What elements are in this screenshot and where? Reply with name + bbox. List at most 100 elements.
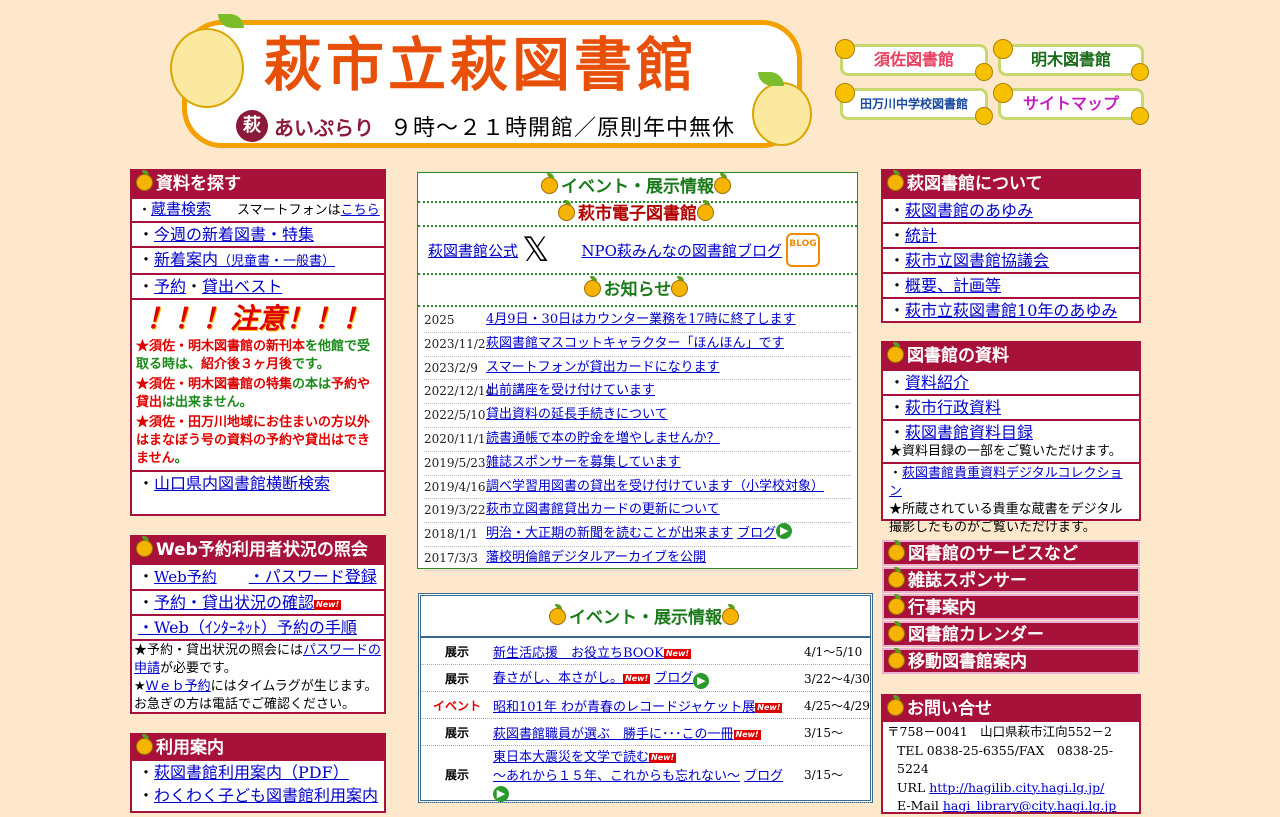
news-link[interactable]: 読書通帳で本の貯金を増やしませんか？: [486, 428, 720, 451]
usage-pdf-link[interactable]: 萩図書館利用案内（PDF）: [154, 763, 349, 782]
news-link[interactable]: 4月9日・30日はカウンター業務を17時に終了します: [486, 309, 796, 332]
web-box-title: Web予約利用者状況の照会: [132, 536, 384, 563]
about-row: ・概要、計画等: [883, 272, 1139, 297]
yamaguchi-row: ・山口県内図書館横断検索: [132, 470, 384, 495]
event-title-link[interactable]: 東日本大震災を文学で読む: [493, 750, 649, 765]
history-link[interactable]: 萩図書館のあゆみ: [905, 201, 1033, 220]
materials-row: ・萩図書館資料目録 ★資料目録の一部をご覧いただけます。: [883, 419, 1139, 462]
new-guide-link[interactable]: 新着案内（児童書・一般書）: [154, 250, 335, 269]
council-link[interactable]: 萩市立図書館協議会: [905, 251, 1049, 270]
news-link[interactable]: 調べ学習用図書の貸出を受け付けています（小学校対象）: [486, 476, 824, 499]
news-link[interactable]: 明治・大正期の新聞を読むことが出来ます: [486, 523, 733, 546]
services-button[interactable]: 図書館のサービスなど: [882, 540, 1140, 566]
event-title-link[interactable]: 新生活応援 お役立ちBOOK: [493, 646, 664, 661]
email-link[interactable]: hagi_library@city.hagi.lg.jp: [943, 798, 1116, 813]
admin-materials-link[interactable]: 萩市行政資料: [905, 398, 1001, 417]
new-badge: New!: [649, 753, 677, 763]
orange-icon: [888, 540, 905, 561]
web-reserve-box: Web予約利用者状況の照会 ・Web予約 ・パスワード登録 ・予約・貸出状況の確…: [130, 535, 386, 714]
event-title-link[interactable]: 春さがし、本さがし。: [493, 671, 623, 686]
new-badge: New!: [623, 674, 651, 684]
smartphone-link[interactable]: こちら: [341, 203, 380, 218]
web-procedure-link[interactable]: ・Web（ｲﾝﾀｰﾈｯﾄ）予約の手順: [138, 618, 357, 637]
arrow-right-icon[interactable]: ▶: [776, 523, 793, 540]
event-row: 展示 萩図書館職員が選ぶ 勝手に･･･この一冊 New! 3/15～: [421, 719, 870, 746]
arrow-right-icon[interactable]: ▶: [693, 673, 710, 689]
news-item: 2023/11/2 萩図書館マスコットキャラクター「ほんほん」です: [424, 333, 851, 357]
news-link[interactable]: 貸出資料の延長手続きについて: [486, 404, 668, 427]
event-subtitle-link[interactable]: ～あれから１５年、これからも忘れない～: [493, 769, 740, 784]
news-link[interactable]: 萩市立図書館貸出カードの更新について: [486, 499, 720, 522]
mobile-library-button[interactable]: 移動図書館案内: [882, 648, 1140, 674]
calendar-button[interactable]: 図書館カレンダー: [882, 621, 1140, 647]
events-guide-button[interactable]: 行事案内: [882, 594, 1140, 620]
link-sitemap[interactable]: サイトマップ: [993, 83, 1149, 125]
news-link[interactable]: 出前講座を受け付けています: [486, 380, 655, 403]
statistics-link[interactable]: 統計: [905, 226, 937, 245]
link-susa-library[interactable]: 須佐図書館: [835, 39, 993, 81]
event-period: 3/22～4/30: [804, 671, 870, 686]
event-title-link[interactable]: 萩図書館職員が選ぶ 勝手に･･･この一冊: [493, 727, 734, 742]
event-blog-link[interactable]: ブログ: [744, 769, 783, 784]
web-reserve-note-link[interactable]: Ｗｅｂ予約: [146, 679, 211, 694]
event-kind: 展示: [444, 725, 469, 740]
orange-icon: [887, 342, 904, 363]
news-item: 2019/3/22 萩市立図書館貸出カードの更新について: [424, 499, 851, 524]
ebook-heading[interactable]: 萩市電子図書館: [418, 200, 857, 227]
reserve-link[interactable]: 予約: [154, 277, 186, 296]
web-reserve-row: ・Web予約 ・パスワード登録: [132, 563, 384, 589]
news-date: 2022/5/10: [424, 408, 486, 423]
materials-box-title: 図書館の資料: [883, 342, 1139, 369]
news-date: 2019/4/16: [424, 479, 486, 494]
password-register-link[interactable]: ・パスワード登録: [249, 567, 377, 586]
orange-icon: [714, 173, 731, 194]
ten-years-link[interactable]: 萩市立萩図書館10年のあゆみ: [905, 301, 1117, 320]
news-date: 2019/3/22: [424, 503, 486, 518]
news-blog-link[interactable]: ブログ: [737, 523, 776, 546]
digital-note: ★所蔵されている貴重な蔵書をデジタル撮影したものがご覧いただけます。: [889, 502, 1123, 535]
catalog-note: ★資料目録の一部をご覧いただけます。: [889, 444, 1122, 459]
status-check-link[interactable]: 予約・貸出状況の確認: [154, 593, 314, 612]
news-link[interactable]: 萩図書館マスコットキャラクター「ほんほん」です: [486, 333, 784, 356]
orange-icon: [835, 39, 855, 59]
site-url-link[interactable]: http://hagilib.city.hagi.lg.jp/: [929, 780, 1104, 795]
link-tamagawa-school-library[interactable]: 田万川中学校図書館: [835, 83, 993, 125]
orange-icon: [888, 594, 905, 615]
magazine-sponsor-button[interactable]: 雑誌スポンサー: [882, 567, 1140, 593]
about-row: ・萩市立萩図書館10年のあゆみ: [883, 297, 1139, 322]
yamaguchi-cross-search-link[interactable]: 山口県内図書館横断検索: [154, 474, 330, 493]
news-link[interactable]: 藩校明倫館デジタルアーカイブを公開: [486, 547, 706, 570]
orange-icon: [887, 170, 904, 191]
news-link[interactable]: 雑誌スポンサーを募集しています: [486, 452, 681, 475]
logo-seal-icon: 萩: [236, 110, 268, 142]
new-books-link[interactable]: 今週の新着図書・特集: [154, 225, 314, 244]
web-reserve-link[interactable]: Web予約: [154, 568, 217, 586]
event-kind: 展示: [444, 644, 469, 659]
materials-intro-link[interactable]: 資料紹介: [905, 373, 969, 392]
usage-row: ・わくわく子ども図書館利用案内: [138, 786, 379, 805]
catalog-search-link[interactable]: 蔵書検索: [151, 200, 211, 218]
kids-usage-link[interactable]: わくわく子ども図書館利用案内: [154, 786, 378, 805]
news-link[interactable]: スマートフォンが貸出カードになります: [486, 357, 720, 380]
contact-box-title: お問い合せ: [883, 695, 1139, 722]
smartphone-prefix: スマートフォンは: [237, 203, 341, 218]
usage-box: 利用案内 ・萩図書館利用案内（PDF） ・わくわく子ども図書館利用案内: [130, 733, 386, 813]
materials-box: 図書館の資料 ・資料紹介 ・萩市行政資料 ・萩図書館資料目録 ★資料目録の一部をご…: [881, 341, 1141, 535]
digital-collection-link[interactable]: 萩図書館貴重資料デジタルコレクション: [889, 466, 1123, 499]
orange-icon: [993, 83, 1013, 103]
official-x-link[interactable]: 萩図書館公式: [428, 240, 518, 261]
event-blog-link[interactable]: ブログ: [654, 671, 693, 686]
events-heading[interactable]: イベント・展示情報: [418, 173, 857, 203]
about-row: ・萩市立図書館協議会: [883, 247, 1139, 272]
best-link[interactable]: 貸出ベスト: [202, 277, 282, 296]
npo-blog-link[interactable]: NPO萩みんなの図書館ブログ: [581, 240, 782, 261]
event-title-cell: 昭和101年 わが青春のレコードジャケット展 New!: [493, 696, 804, 715]
event-title-link[interactable]: 昭和101年 わが青春のレコードジャケット展: [493, 700, 755, 715]
overview-link[interactable]: 概要、計画等: [905, 276, 1001, 295]
link-akiragi-library[interactable]: 明木図書館: [993, 39, 1149, 81]
x-logo-icon[interactable]: 𝕏: [522, 230, 549, 270]
blog-icon[interactable]: BLOG: [785, 233, 820, 267]
news-item: 2025 4月9日・30日はカウンター業務を17時に終了します: [424, 309, 851, 333]
catalog-list-link[interactable]: 萩図書館資料目録: [905, 423, 1033, 442]
news-item: 2020/11/1 読書通帳で本の貯金を増やしませんか？: [424, 428, 851, 452]
